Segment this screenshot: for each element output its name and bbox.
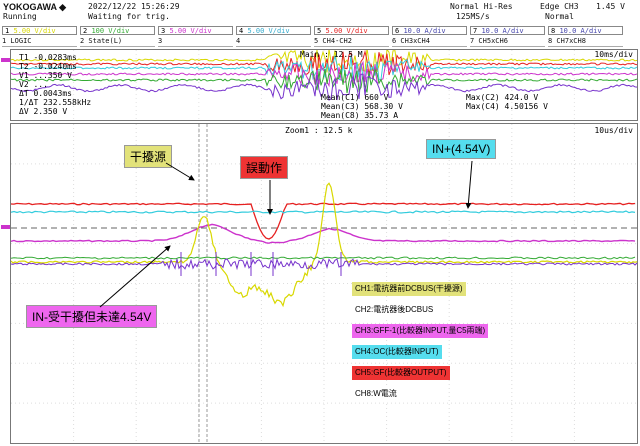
status-trigger: Waiting for trig. (88, 12, 170, 21)
ch8-trace (11, 257, 637, 271)
channel-scale: 10.0 A/div (559, 27, 602, 35)
cursor-line: ΔT 0.0043ms (19, 89, 72, 98)
channel-scale: 5.00 V/div (325, 27, 368, 35)
cursor-readout: T1 -0.0283ms T2 -0.0240ms V1 ...350 V V2 ..… (19, 53, 91, 116)
math-slot-6[interactable]: 6 CH3xCH4 (392, 37, 467, 47)
channel-scale: 5.00 V/div (169, 27, 212, 35)
channel-scale: 5.00 V/div (247, 27, 290, 35)
measure-mid-line: Mean(C1) 660 V (321, 93, 389, 102)
trigger-level: 1.45 V (596, 2, 625, 11)
channel-1-setting[interactable]: 1 5.00 V/div (2, 26, 77, 35)
sample-rate: 125MS/s (456, 12, 490, 21)
callout-false-trip: 誤動作 (240, 156, 289, 179)
zoom-waveform-svg (11, 124, 637, 443)
legend-item: CH1:電抗器前DCBUS(干擾源) (352, 282, 466, 296)
channel-6-setting[interactable]: 6 10.0 A/div (392, 26, 467, 35)
math-slot-7[interactable]: 7 CH5xCH6 (470, 37, 545, 47)
zoom-timebase: 10us/div (594, 126, 633, 135)
channel-legend: CH1:電抗器前DCBUS(干擾源) CH2:電抗器後DCBUS CH3:GFF-1… (352, 278, 489, 404)
main-waveform-panel[interactable]: Main : 12.5 M 10ms/div T1 -0.0283ms T2 -0… (10, 49, 638, 121)
callout-in-plus: IN+(4.54V) (426, 139, 497, 159)
cursor-line: 1/ΔT 232.558kHz (19, 98, 92, 107)
callout-in-minus: IN-受干擾但未達4.54V (26, 305, 158, 328)
measure-mid-line: Mean(C8) 35.73 A (321, 111, 399, 120)
main-timebase: 10ms/div (594, 50, 633, 59)
cursor-line: V2 ... (19, 80, 48, 89)
cursor-line: V1 ...350 V (19, 71, 72, 80)
trigger-edge: Edge CH3 (540, 2, 579, 11)
channel-2-setting[interactable]: 2 100 V/div (80, 26, 155, 35)
legend-item: CH2:電抗器後DCBUS (352, 303, 437, 317)
math-slot-4[interactable]: 4 (236, 37, 311, 47)
scope-header: YOKOGAWA ◆ 2022/12/22 15:26:29 Running W… (0, 0, 640, 50)
zoom-waveform-panel[interactable]: Zoom1 : 12.5 k 10us/div (10, 123, 638, 444)
measure-mid-line: Mean(C3) 568.30 V (321, 102, 403, 111)
measure-right-line: Max(C2) 424.0 V (466, 93, 539, 102)
ch2-trace (11, 256, 636, 260)
legend-item: CH8:W電流 (352, 387, 400, 401)
channel-scale: 5.00 V/div (13, 27, 56, 35)
channel-3-setting[interactable]: 3 5.00 V/div (158, 26, 233, 35)
channel-7-setting[interactable]: 7 10.0 A/div (470, 26, 545, 35)
ch3-ground-marker (1, 58, 10, 62)
channel-8-setting[interactable]: 8 10.0 A/div (548, 26, 623, 35)
cursor-line: T2 -0.0240ms (19, 62, 77, 71)
math-slot-3[interactable]: 3 (158, 37, 233, 47)
datetime: 2022/12/22 15:26:29 (88, 2, 180, 11)
status-running: Running (3, 12, 37, 21)
cursor-line: ΔV 2.350 V (19, 107, 68, 116)
channel-scale: 10.0 A/div (403, 27, 446, 35)
ch3-trace (11, 223, 636, 244)
cursor-line: T1 -0.0283ms (19, 53, 77, 62)
trigger-mode: Normal (545, 12, 574, 21)
legend-item: CH4:OC(比較器INPUT) (352, 345, 442, 359)
math-slot-2[interactable]: 2 State(L) (80, 37, 155, 47)
ch3-zoom-marker (1, 225, 10, 229)
math-slot-8[interactable]: 8 CH7xCH8 (548, 37, 623, 47)
measure-right-line: Max(C4) 4.50156 V (466, 102, 548, 111)
acq-mode: Normal Hi-Res (450, 2, 513, 11)
measure-mid: Mean(C1) 660 V Mean(C3) 568.30 V Mean(C8) … (321, 93, 403, 120)
legend-item: CH5:GF(比較器OUTPUT) (352, 366, 450, 380)
math-slot-1[interactable]: 1 LOGIC (2, 37, 77, 47)
channel-scale: 10.0 A/div (481, 27, 524, 35)
channel-4-setting[interactable]: 4 5.00 V/div (236, 26, 311, 35)
math-slot-5[interactable]: 5 CH4-CH2 (314, 37, 389, 47)
channel-scale: 100 V/div (91, 27, 130, 35)
measure-right: Max(C2) 424.0 V Max(C4) 4.50156 V (466, 93, 548, 111)
callout-noise-source: 干擾源 (124, 145, 173, 168)
zoom-label: Zoom1 : 12.5 k (285, 126, 353, 135)
main-memory-label: Main : 12.5 M (300, 50, 363, 59)
legend-item: CH3:GFF-1(比較器INPUT,量C5兩端) (352, 324, 489, 338)
channel-5-setting[interactable]: 5 5.00 V/div (314, 26, 389, 35)
